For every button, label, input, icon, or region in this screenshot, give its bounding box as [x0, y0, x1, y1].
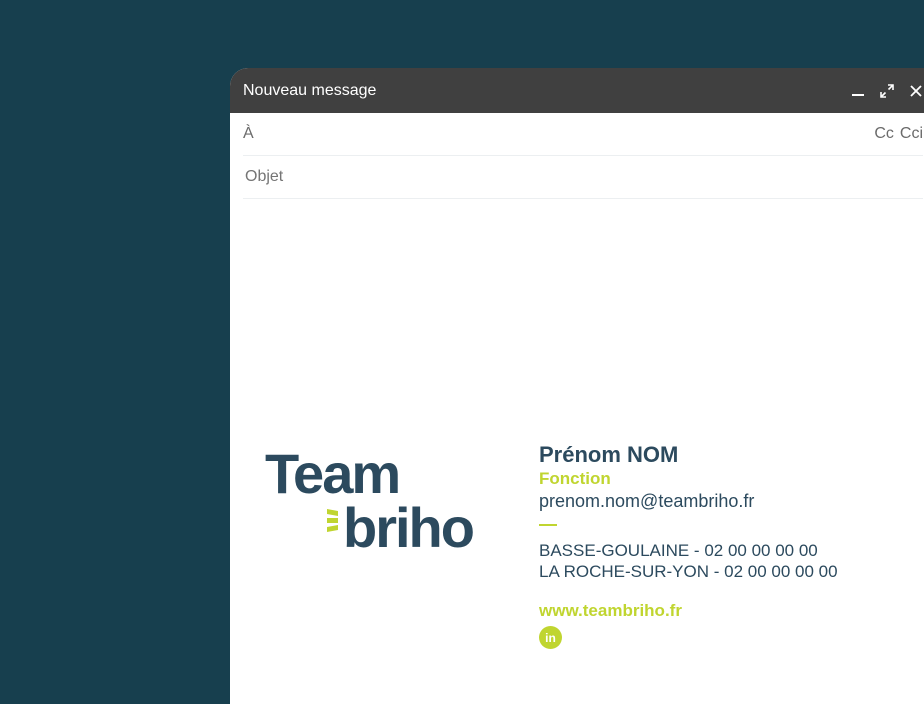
to-field-row: À Cc Cci [243, 113, 923, 156]
signature-name: Prénom NOM [539, 442, 679, 467]
signature-email[interactable]: prenom.nom@teambriho.fr [539, 490, 838, 512]
expand-button[interactable] [872, 68, 901, 113]
compose-titlebar[interactable]: Nouveau message [230, 68, 924, 113]
minimize-button[interactable] [843, 68, 872, 113]
compose-title: Nouveau message [243, 81, 377, 99]
cc-bcc-group: Cc Cci [874, 125, 923, 143]
team-briho-logo: Team briho [265, 443, 505, 553]
linkedin-icon: in [545, 630, 556, 645]
logo-word-briho: briho [343, 496, 474, 553]
window-controls [843, 68, 924, 113]
signature-divider [539, 524, 557, 526]
compose-window: Nouveau message À Cc Cci Objet Team brih… [230, 68, 924, 704]
to-input[interactable] [263, 124, 875, 144]
to-label: À [243, 125, 254, 142]
close-icon [909, 84, 922, 97]
email-signature: Prénom NOM Fonction prenom.nom@teambriho… [539, 442, 838, 649]
linkedin-button[interactable]: in [539, 626, 562, 649]
minimize-icon [851, 93, 864, 96]
signature-website-link[interactable]: www.teambriho.fr [539, 600, 838, 622]
subject-input[interactable] [243, 167, 923, 187]
cc-link[interactable]: Cc [874, 125, 894, 143]
signature-role: Fonction [539, 469, 611, 488]
subject-field-row [243, 156, 923, 199]
message-body[interactable]: Team briho Prénom NOM Fonction prenom.no… [230, 199, 924, 699]
bcc-link[interactable]: Cci [900, 125, 923, 143]
expand-icon [879, 83, 894, 98]
logo-accent-marks [327, 509, 338, 532]
desktop-background: Nouveau message À Cc Cci Objet Team brih… [0, 0, 924, 704]
close-button[interactable] [901, 68, 924, 113]
logo-graphic: Team briho [265, 443, 476, 553]
signature-office-basse-goulaine: BASSE-GOULAINE - 02 00 00 00 00 [539, 541, 818, 560]
signature-office-la-roche-sur-yon: LA ROCHE-SUR-YON - 02 00 00 00 00 [539, 562, 838, 581]
